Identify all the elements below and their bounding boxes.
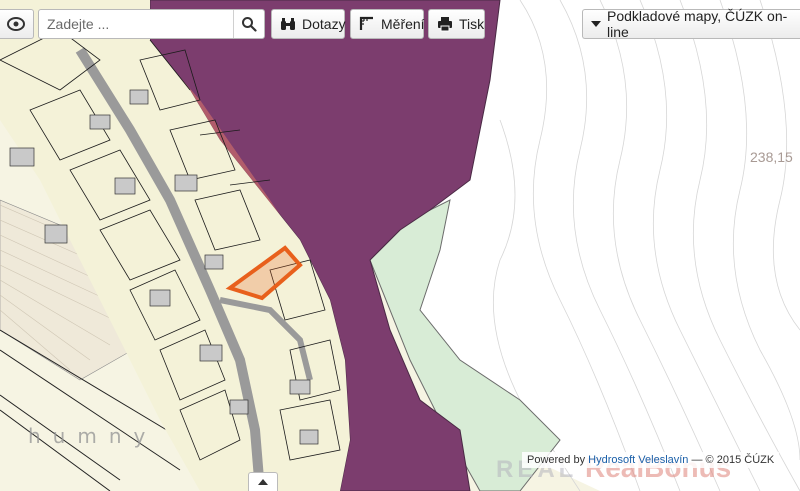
scroll-up-button[interactable] <box>248 472 278 491</box>
elevation-label: 238,15 <box>750 149 793 165</box>
search-button[interactable] <box>233 10 264 38</box>
search-icon <box>242 17 257 32</box>
attribution-powered-by: Powered by <box>527 454 586 466</box>
queries-button[interactable]: Dotazy <box>271 9 346 39</box>
queries-label: Dotazy <box>302 16 346 32</box>
print-label: Tisk <box>459 16 485 32</box>
print-button[interactable]: Tisk <box>428 9 485 39</box>
basemaps-dropdown[interactable]: Podkladové mapy, ČÚZK on-line <box>582 8 800 40</box>
app-logo-button[interactable] <box>0 9 34 39</box>
search-input[interactable] <box>39 10 245 38</box>
map-attribution: Powered by Hydrosoft Veleslavín — © 2015… <box>522 452 780 468</box>
place-label: humny <box>28 424 158 448</box>
layers-logo-icon <box>7 17 25 31</box>
attribution-copyright: — © 2015 ČÚZK <box>691 454 775 466</box>
caret-down-icon <box>591 21 601 27</box>
chevron-up-icon <box>258 479 268 485</box>
measure-label: Měření <box>381 16 425 32</box>
basemaps-label: Podkladové mapy, ČÚZK on-line <box>607 8 788 40</box>
attribution-company-link[interactable]: Hydrosoft Veleslavín <box>588 454 688 466</box>
binoculars-icon <box>281 18 295 30</box>
cadastral-map[interactable] <box>0 0 800 491</box>
measure-button[interactable]: Měření <box>350 9 425 39</box>
search-box <box>38 9 265 39</box>
printer-icon <box>438 17 452 32</box>
measure-corner-icon <box>359 16 373 30</box>
